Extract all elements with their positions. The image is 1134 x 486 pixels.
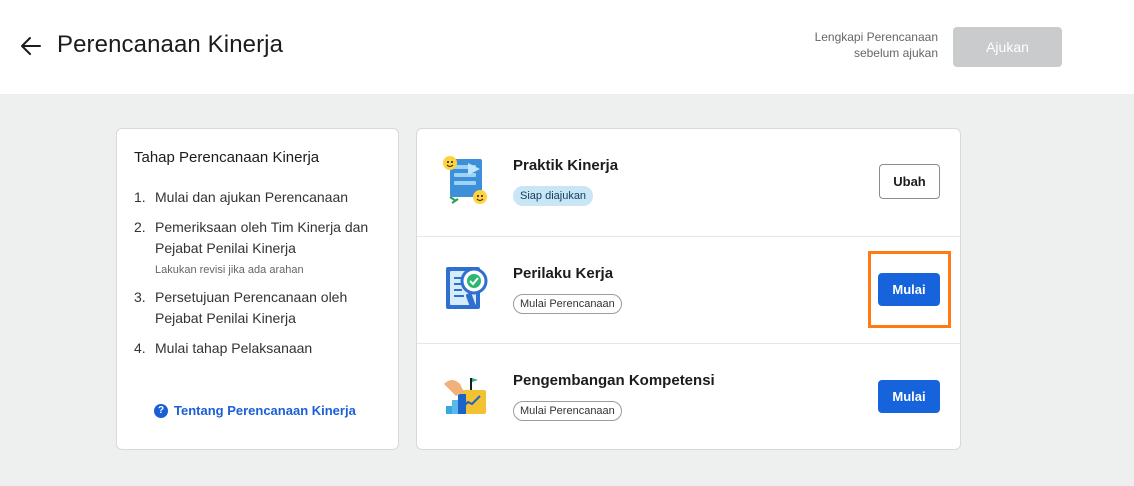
step-number: 3. [134, 289, 146, 305]
step-text: Persetujuan Perencanaan oleh Pejabat Pen… [155, 289, 348, 326]
step-number: 1. [134, 189, 146, 205]
step-subtext: Lakukan revisi jika ada arahan [155, 264, 304, 276]
submit-button[interactable]: Ajukan [953, 27, 1062, 67]
competency-development-icon [444, 378, 486, 414]
step-number: 4. [134, 340, 146, 356]
edit-button[interactable]: Ubah [879, 164, 940, 199]
submit-hint: Lengkapi Perencanaan sebelum ajukan [814, 30, 938, 60]
step-item: 4. Mulai tahap Pelaksanaan [134, 338, 389, 359]
status-badge: Mulai Perencanaan [513, 294, 622, 314]
steps-list: 1. Mulai dan ajukan Perencanaan 2. Pemer… [134, 187, 389, 368]
start-button[interactable]: Mulai [878, 273, 940, 306]
work-behavior-icon [446, 267, 488, 309]
steps-card: Tahap Perencanaan Kinerja 1. Mulai dan a… [116, 128, 399, 450]
task-row-praktik-kinerja: Praktik Kinerja Siap diajukan Ubah [417, 129, 960, 236]
page-title: Perencanaan Kinerja [57, 31, 284, 58]
step-item: 1. Mulai dan ajukan Perencanaan [134, 187, 389, 208]
task-row-perilaku-kerja: Perilaku Kerja Mulai Perencanaan Mulai [417, 236, 960, 343]
page-header: Perencanaan Kinerja Lengkapi Perencanaan… [0, 0, 1134, 94]
step-item: 2. Pemeriksaan oleh Tim Kinerja dan Peja… [134, 217, 389, 278]
step-text: Mulai dan ajukan Perencanaan [155, 189, 349, 205]
about-planning-link[interactable]: ? Tentang Perencanaan Kinerja [154, 403, 356, 418]
status-badge: Siap diajukan [513, 186, 594, 206]
task-title: Perilaku Kerja [513, 265, 614, 282]
about-planning-link-label: Tentang Perencanaan Kinerja [174, 403, 356, 418]
help-icon: ? [154, 403, 168, 418]
step-text: Mulai tahap Pelaksanaan [155, 340, 313, 356]
step-text: Pemeriksaan oleh Tim Kinerja dan Pejabat… [155, 217, 389, 278]
steps-title: Tahap Perencanaan Kinerja [134, 149, 320, 166]
step-number: 2. [134, 219, 146, 235]
status-badge: Mulai Perencanaan [513, 401, 622, 421]
tasks-card: Praktik Kinerja Siap diajukan Ubah Peril… [416, 128, 961, 450]
performance-practice-icon [443, 156, 487, 204]
step-item: 3. Persetujuan Perencanaan oleh Pejabat … [134, 287, 389, 329]
task-title: Praktik Kinerja [513, 157, 619, 174]
task-row-pengembangan-kompetensi: Pengembangan Kompetensi Mulai Perencanaa… [417, 343, 960, 450]
task-title: Pengembangan Kompetensi [513, 372, 715, 389]
start-button[interactable]: Mulai [878, 380, 940, 413]
back-arrow-icon[interactable] [18, 33, 44, 59]
